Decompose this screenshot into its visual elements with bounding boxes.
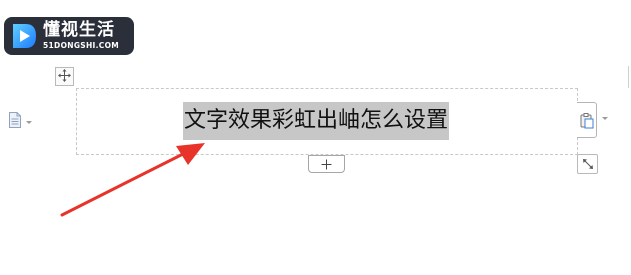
move-arrows-icon: [58, 67, 71, 86]
document-canvas: 懂视生活 51DONGSHI.COM 文字效果彩虹出岫怎么设置: [0, 0, 631, 275]
table-move-handle[interactable]: [55, 67, 74, 86]
paste-options-icon: [580, 113, 594, 133]
paste-options-button[interactable]: [577, 102, 597, 138]
table-resize-handle[interactable]: [577, 154, 598, 174]
chevron-down-icon: [26, 120, 32, 124]
page-edge-line: [628, 66, 629, 88]
document-icon: [8, 112, 22, 132]
logo-text-cn: 懂视生活: [43, 20, 115, 41]
logo-play-icon: [9, 21, 39, 51]
add-row-button[interactable]: [308, 155, 345, 173]
plus-icon: [321, 155, 332, 174]
paragraph-menu-button[interactable]: [8, 112, 32, 132]
site-logo: 懂视生活 51DONGSHI.COM: [4, 17, 134, 55]
paste-chevron-down-icon[interactable]: [602, 117, 608, 120]
selected-text[interactable]: 文字效果彩虹出岫怎么设置: [183, 102, 450, 140]
resize-arrows-icon: [582, 155, 594, 174]
logo-text-en: 51DONGSHI.COM: [43, 41, 120, 51]
